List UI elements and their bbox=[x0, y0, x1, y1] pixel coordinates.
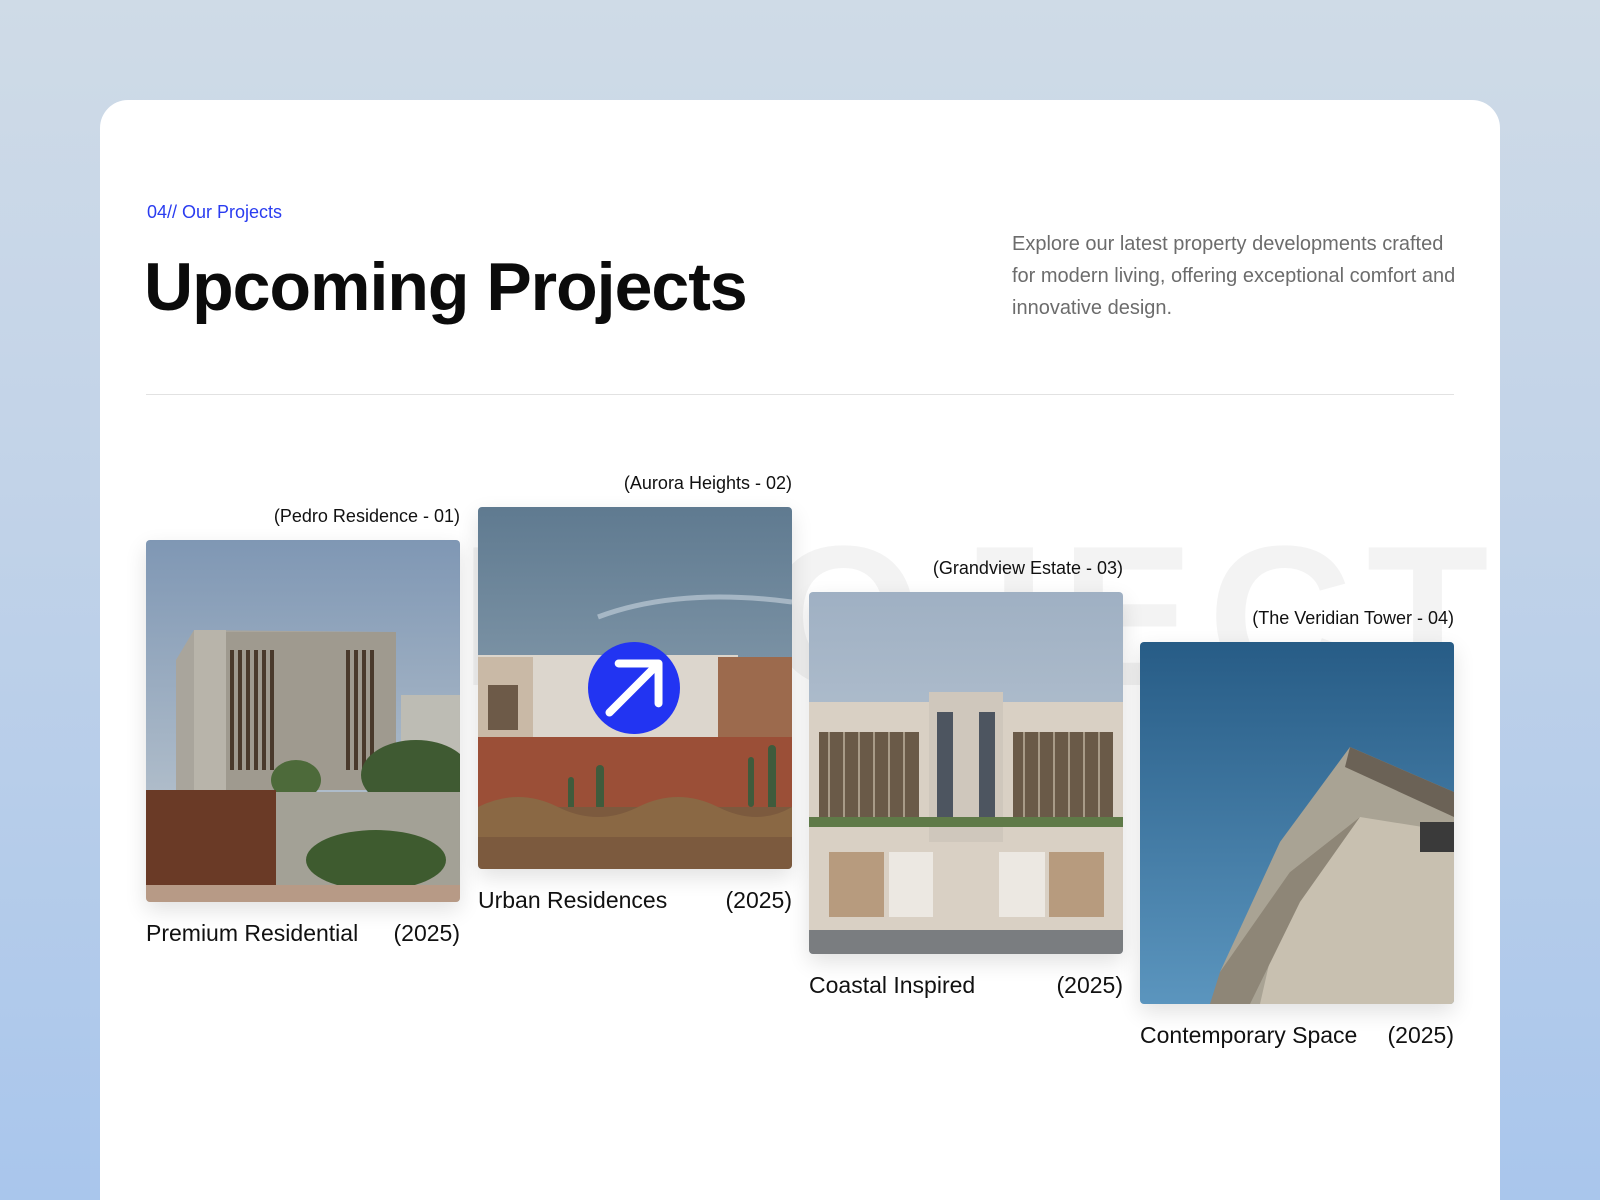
arrow-up-right-icon bbox=[605, 659, 663, 717]
project-code: (The Veridian Tower - 04) bbox=[1252, 608, 1454, 628]
project-code: (Grandview Estate - 03) bbox=[932, 558, 1123, 578]
divider bbox=[146, 394, 1454, 395]
project-name: Urban Residences bbox=[478, 887, 668, 913]
project-year: (2025) bbox=[393, 920, 460, 946]
project-image[interactable] bbox=[809, 592, 1123, 954]
project-card-1[interactable]: (Pedro Residence - 01) Premium Residenti… bbox=[146, 506, 460, 947]
project-year: (2025) bbox=[1056, 972, 1123, 998]
projects-section: 04// Our Projects Upcoming Projects Expl… bbox=[100, 100, 1500, 1200]
project-card-3[interactable]: (Grandview Estate - 03) Coastal Inspired… bbox=[809, 558, 1123, 999]
project-name: Coastal Inspired bbox=[809, 972, 976, 998]
section-title: Upcoming Projects bbox=[144, 249, 748, 325]
project-name: Premium Residential bbox=[146, 920, 359, 946]
open-project-button[interactable] bbox=[588, 642, 680, 734]
section-description: Explore our latest property developments… bbox=[1012, 233, 1456, 319]
project-year: (2025) bbox=[1387, 1022, 1454, 1048]
project-image[interactable] bbox=[1140, 642, 1454, 1004]
project-image[interactable] bbox=[146, 540, 460, 902]
project-image[interactable] bbox=[478, 507, 792, 869]
project-card-4[interactable]: (The Veridian Tower - 04) Contemporary S… bbox=[1140, 608, 1454, 1049]
project-code: (Pedro Residence - 01) bbox=[273, 506, 460, 526]
project-year: (2025) bbox=[725, 887, 792, 913]
section-eyebrow: 04// Our Projects bbox=[147, 202, 283, 222]
project-code: (Aurora Heights - 02) bbox=[623, 473, 792, 493]
project-name: Contemporary Space bbox=[1140, 1022, 1358, 1048]
project-card-2[interactable]: (Aurora Heights - 02) Urban Residences (… bbox=[478, 473, 792, 914]
